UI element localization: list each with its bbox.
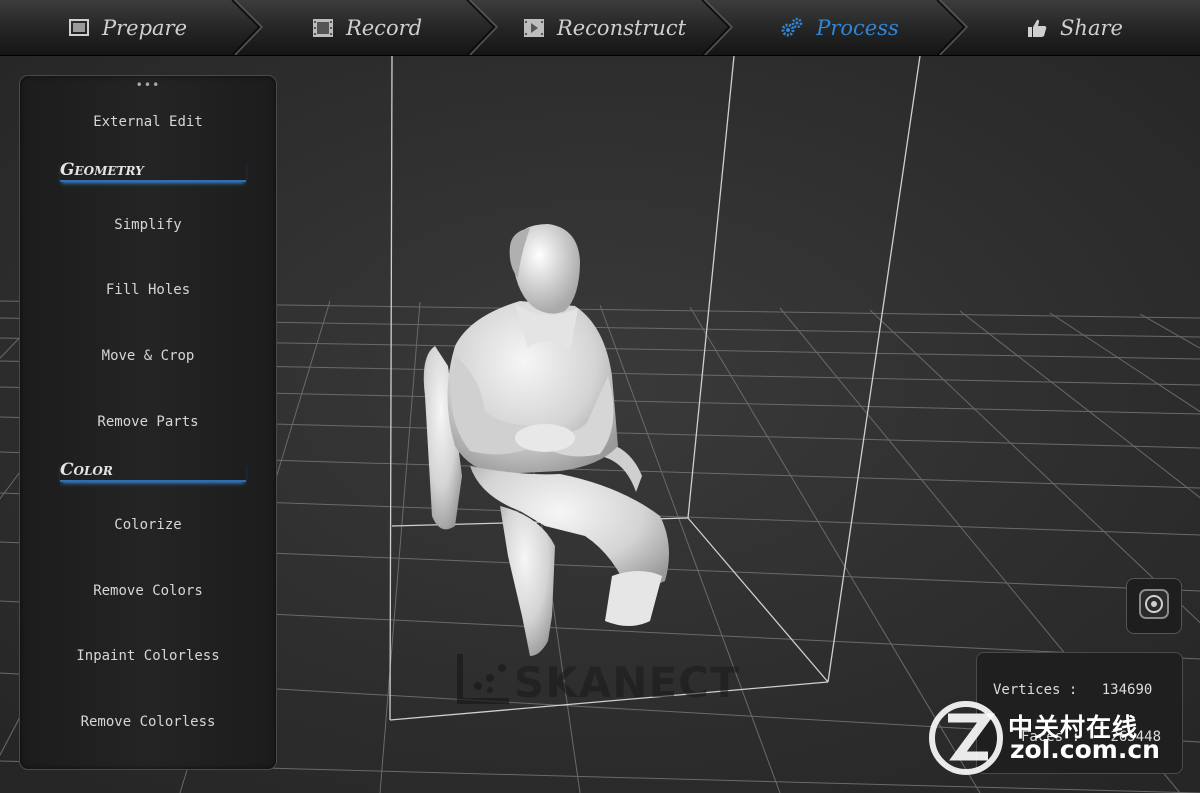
photos-icon [68, 18, 90, 38]
move-crop-button[interactable]: Move & Crop [20, 348, 276, 364]
remove-colors-button[interactable]: Remove Colors [20, 583, 276, 599]
panel-handle[interactable]: ••• [20, 78, 276, 92]
camera-reset-button[interactable] [1126, 578, 1182, 634]
tab-label: Record [345, 15, 423, 40]
tab-process[interactable]: Process [732, 0, 947, 55]
tab-share[interactable]: Share [967, 0, 1182, 55]
watermark-url-text: zol.com.cn [1010, 735, 1160, 764]
top-navigation: Prepare Record Reconstruct Process Share [0, 0, 1200, 56]
inpaint-colorless-button[interactable]: Inpaint Colorless [20, 648, 276, 664]
tab-label: Process [816, 15, 899, 40]
tab-reconstruct[interactable]: Reconstruct [497, 0, 712, 55]
camera-reset-icon [1138, 588, 1170, 624]
geometry-section-title: Geometry [60, 160, 246, 182]
external-edit-button[interactable]: External Edit [20, 114, 276, 130]
tab-label: Prepare [101, 15, 188, 40]
process-tools-panel: ••• External Edit Geometry Simplify Fill… [19, 75, 277, 770]
tab-label: Share [1060, 15, 1123, 40]
vertices-label: Vertices : [993, 682, 1078, 698]
vertices-value: 134690 [1101, 682, 1153, 698]
zol-watermark-logo [928, 700, 1008, 784]
gears-icon [780, 17, 804, 39]
remove-parts-button[interactable]: Remove Parts [20, 414, 276, 430]
vertices-stat: Vertices : 134690 [993, 682, 1152, 698]
tab-label: Reconstruct [556, 15, 687, 40]
remove-colorless-button[interactable]: Remove Colorless [20, 714, 276, 730]
film-frame-icon [523, 18, 545, 38]
brand-watermark: SKANECT [514, 658, 740, 707]
simplify-button[interactable]: Simplify [20, 217, 276, 233]
thumbs-up-icon [1026, 18, 1048, 38]
tab-prepare[interactable]: Prepare [20, 0, 235, 55]
color-section-title: Color [60, 460, 246, 482]
colorize-button[interactable]: Colorize [20, 517, 276, 533]
fill-holes-button[interactable]: Fill Holes [20, 282, 276, 298]
tab-record[interactable]: Record [262, 0, 472, 55]
film-icon [312, 18, 334, 38]
